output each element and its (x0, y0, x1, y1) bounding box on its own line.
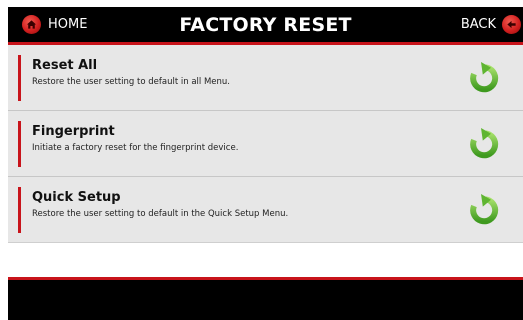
bottom-bar (8, 277, 523, 320)
reset-options-list: Reset All Restore the user setting to de… (8, 45, 523, 243)
home-label: HOME (48, 17, 88, 32)
item-title: Fingerprint (32, 124, 115, 139)
home-button[interactable]: HOME (22, 7, 87, 42)
row-text: Quick Setup Restore the user setting to … (32, 190, 288, 220)
row-text: Reset All Restore the user setting to de… (32, 58, 230, 88)
item-title: Quick Setup (32, 190, 121, 205)
top-bar: HOME FACTORY RESET BACK (8, 7, 523, 45)
item-title: Reset All (32, 58, 98, 73)
item-description: Restore the user setting to default in t… (32, 209, 289, 219)
back-button[interactable]: BACK (461, 7, 521, 42)
row-text: Fingerprint Initiate a factory reset for… (32, 124, 238, 154)
list-item-reset-all[interactable]: Reset All Restore the user setting to de… (8, 45, 523, 111)
row-accent-bar (18, 121, 21, 167)
row-accent-bar (18, 187, 21, 233)
row-accent-bar (18, 55, 21, 101)
home-icon (22, 15, 41, 34)
item-description: Restore the user setting to default in a… (32, 77, 230, 87)
reset-arrow-icon[interactable] (466, 127, 500, 161)
back-label: BACK (460, 17, 496, 32)
list-item-fingerprint[interactable]: Fingerprint Initiate a factory reset for… (8, 111, 523, 177)
reset-arrow-icon[interactable] (466, 193, 500, 227)
item-description: Initiate a factory reset for the fingerp… (32, 143, 239, 153)
list-item-quick-setup[interactable]: Quick Setup Restore the user setting to … (8, 177, 523, 243)
reset-arrow-icon[interactable] (466, 61, 500, 95)
back-arrow-icon (502, 15, 521, 34)
